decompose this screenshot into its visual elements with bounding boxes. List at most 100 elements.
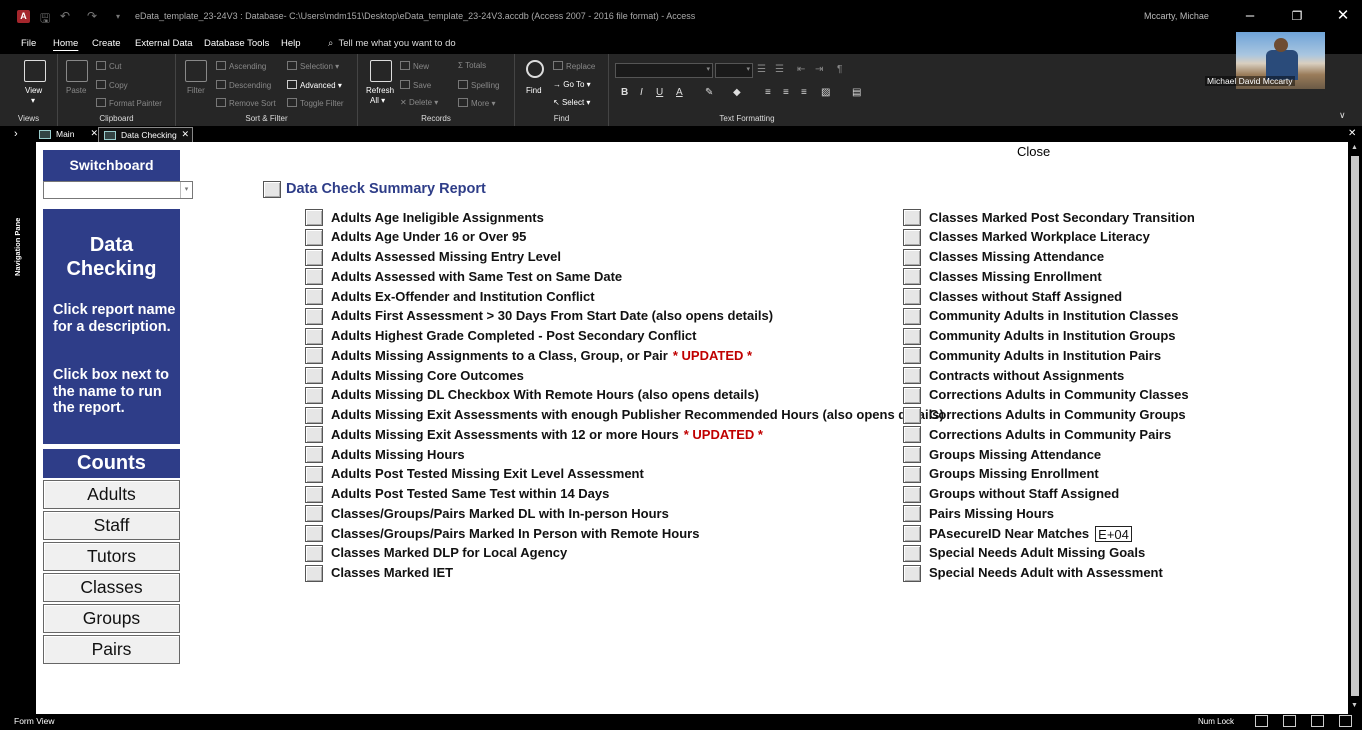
font-size-select[interactable]: ▾	[715, 63, 753, 78]
left-report-checkbox[interactable]	[305, 525, 323, 542]
right-report-label[interactable]: Groups without Staff Assigned	[929, 486, 1119, 501]
groups-count-button[interactable]: Groups	[43, 604, 180, 633]
left-report-label[interactable]: Adults Highest Grade Completed - Post Se…	[331, 328, 697, 343]
filter-button[interactable]: Filter	[187, 86, 205, 95]
right-report-label[interactable]: Corrections Adults in Community Classes	[929, 387, 1189, 402]
left-report-checkbox[interactable]	[305, 564, 323, 582]
align-center-icon[interactable]: ≡	[783, 87, 789, 98]
save-icon[interactable]: 🖫	[40, 9, 50, 30]
descending-button[interactable]: Descending	[216, 80, 271, 90]
right-report-checkbox[interactable]	[903, 564, 921, 582]
left-report-checkbox[interactable]	[305, 386, 323, 404]
fill-color-icon[interactable]: ◆	[733, 87, 741, 98]
tab-external-data[interactable]: External Data	[135, 38, 193, 49]
align-left-icon[interactable]: ≡	[765, 87, 771, 98]
left-report-checkbox[interactable]	[305, 485, 323, 503]
right-report-label[interactable]: Corrections Adults in Community Groups	[929, 407, 1186, 422]
remove-sort-button[interactable]: Remove Sort	[216, 98, 276, 108]
staff-count-button[interactable]: Staff	[43, 511, 180, 540]
right-report-checkbox[interactable]	[903, 288, 921, 305]
find-button[interactable]: Find	[526, 86, 542, 95]
left-report-label[interactable]: Adults Assessed Missing Entry Level	[331, 249, 561, 264]
right-report-checkbox[interactable]	[903, 327, 921, 345]
left-report-label[interactable]: Adults Missing DL Checkbox With Remote H…	[331, 387, 759, 402]
navigation-pane[interactable]: › Navigation Pane	[0, 126, 34, 714]
restore-icon[interactable]: ❐	[1285, 6, 1309, 26]
underline-button[interactable]: U	[656, 87, 663, 98]
form-view-icon[interactable]	[1255, 715, 1268, 727]
close-button[interactable]: Close	[1017, 144, 1050, 159]
save-record-button[interactable]: Save	[400, 80, 431, 90]
align-right-icon[interactable]: ≡	[801, 87, 807, 98]
scroll-down-icon[interactable]: ▼	[1351, 702, 1358, 709]
left-report-checkbox[interactable]	[305, 406, 323, 424]
right-report-checkbox[interactable]	[903, 505, 921, 523]
tell-me-box[interactable]: ⌕ Tell me what you want to do	[328, 38, 456, 49]
more-button[interactable]: More ▾	[458, 98, 495, 108]
left-report-checkbox[interactable]	[305, 426, 323, 444]
classes-count-button[interactable]: Classes	[43, 573, 180, 602]
right-report-checkbox[interactable]	[903, 367, 921, 384]
right-report-label[interactable]: Contracts without Assignments	[929, 368, 1124, 383]
right-report-label[interactable]: Classes Missing Enrollment	[929, 269, 1102, 284]
increase-indent-icon[interactable]: ⇥	[815, 64, 823, 75]
bold-button[interactable]: B	[621, 87, 628, 98]
left-report-label[interactable]: Adults Age Ineligible Assignments	[331, 210, 544, 225]
filter-icon[interactable]	[185, 60, 207, 82]
gridlines-icon[interactable]: ▤	[852, 87, 861, 98]
tab-data-checking[interactable]: Data Checking ✕	[98, 127, 193, 142]
highlight-icon[interactable]: ✎	[705, 87, 713, 98]
left-report-label[interactable]: Adults Assessed with Same Test on Same D…	[331, 269, 622, 284]
close-tab-icon[interactable]: ✕	[90, 128, 98, 139]
paste-button[interactable]: Paste	[66, 86, 86, 95]
right-report-checkbox[interactable]	[903, 386, 921, 404]
right-report-checkbox[interactable]	[903, 544, 921, 562]
right-report-label[interactable]: Classes without Staff Assigned	[929, 289, 1122, 304]
selection-button[interactable]: Selection ▾	[287, 61, 339, 71]
right-report-checkbox[interactable]	[903, 347, 921, 365]
refresh-all-button[interactable]: All ▾	[370, 96, 385, 105]
right-report-label[interactable]: Pairs Missing Hours	[929, 506, 1054, 521]
left-report-label[interactable]: Adults Age Under 16 or Over 95	[331, 229, 526, 244]
right-report-label[interactable]: Classes Missing Attendance	[929, 249, 1104, 264]
right-report-checkbox[interactable]	[903, 268, 921, 286]
left-report-label[interactable]: Classes Marked DLP for Local Agency	[331, 545, 567, 560]
left-report-label[interactable]: Adults First Assessment > 30 Days From S…	[331, 308, 773, 323]
datasheet-view-icon[interactable]	[1283, 715, 1296, 727]
italic-button[interactable]: I	[640, 87, 643, 98]
right-report-checkbox[interactable]	[903, 209, 921, 226]
paragraph-direction-icon[interactable]: ¶	[837, 64, 842, 75]
right-report-label[interactable]: Groups Missing Attendance	[929, 447, 1101, 462]
left-report-label[interactable]: Adults Missing Assignments to a Class, G…	[331, 348, 752, 363]
font-name-select[interactable]: ▾	[615, 63, 713, 78]
left-report-checkbox[interactable]	[305, 228, 323, 246]
left-report-checkbox[interactable]	[305, 347, 323, 365]
adults-count-button[interactable]: Adults	[43, 480, 180, 509]
right-report-checkbox[interactable]	[903, 426, 921, 444]
tab-help[interactable]: Help	[281, 38, 301, 49]
right-report-checkbox[interactable]	[903, 248, 921, 266]
right-report-checkbox[interactable]	[903, 307, 921, 325]
left-report-checkbox[interactable]	[305, 505, 323, 523]
find-icon[interactable]	[526, 60, 544, 78]
left-report-label[interactable]: Adults Missing Exit Assessments with eno…	[331, 407, 944, 422]
right-report-label[interactable]: Classes Marked Workplace Literacy	[929, 229, 1150, 244]
left-report-checkbox[interactable]	[305, 209, 323, 226]
new-record-button[interactable]: New	[400, 61, 429, 71]
left-report-checkbox[interactable]	[305, 465, 323, 483]
totals-button[interactable]: Σ Totals	[458, 61, 486, 70]
right-report-label[interactable]: Community Adults in Institution Classes	[929, 308, 1178, 323]
left-report-checkbox[interactable]	[305, 544, 323, 562]
right-report-label[interactable]: Corrections Adults in Community Pairs	[929, 427, 1171, 442]
decrease-indent-icon[interactable]: ⇤	[797, 64, 805, 75]
right-report-checkbox[interactable]	[903, 406, 921, 424]
right-report-checkbox[interactable]	[903, 446, 921, 463]
bullets-icon[interactable]: ☰	[757, 64, 766, 75]
design-view-icon[interactable]	[1339, 715, 1352, 727]
right-report-checkbox[interactable]	[903, 465, 921, 483]
delete-record-button[interactable]: ✕ Delete ▾	[400, 98, 438, 107]
scrollbar-thumb[interactable]	[1351, 156, 1359, 696]
left-report-checkbox[interactable]	[305, 367, 323, 384]
left-report-label[interactable]: Adults Missing Core Outcomes	[331, 368, 524, 383]
close-form-icon[interactable]: ✕	[1348, 128, 1356, 139]
